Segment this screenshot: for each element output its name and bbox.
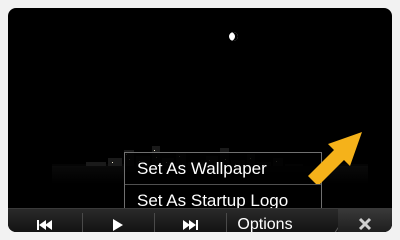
next-button[interactable] xyxy=(154,209,226,232)
screen: Set As Wallpaper Set As Startup Logo Opt… xyxy=(8,8,392,232)
previous-button[interactable] xyxy=(8,209,82,232)
pointer-arrow-icon xyxy=(308,132,362,184)
close-icon xyxy=(358,217,372,231)
menu-item-set-as-wallpaper[interactable]: Set As Wallpaper xyxy=(125,153,321,185)
moon xyxy=(229,32,238,41)
options-button[interactable]: Options xyxy=(226,209,304,232)
close-button[interactable] xyxy=(338,208,392,232)
skip-previous-icon xyxy=(37,220,52,230)
device-frame: Set As Wallpaper Set As Startup Logo Opt… xyxy=(0,0,400,240)
play-button[interactable] xyxy=(82,209,154,232)
skip-next-icon xyxy=(183,220,198,230)
play-icon xyxy=(113,219,123,231)
